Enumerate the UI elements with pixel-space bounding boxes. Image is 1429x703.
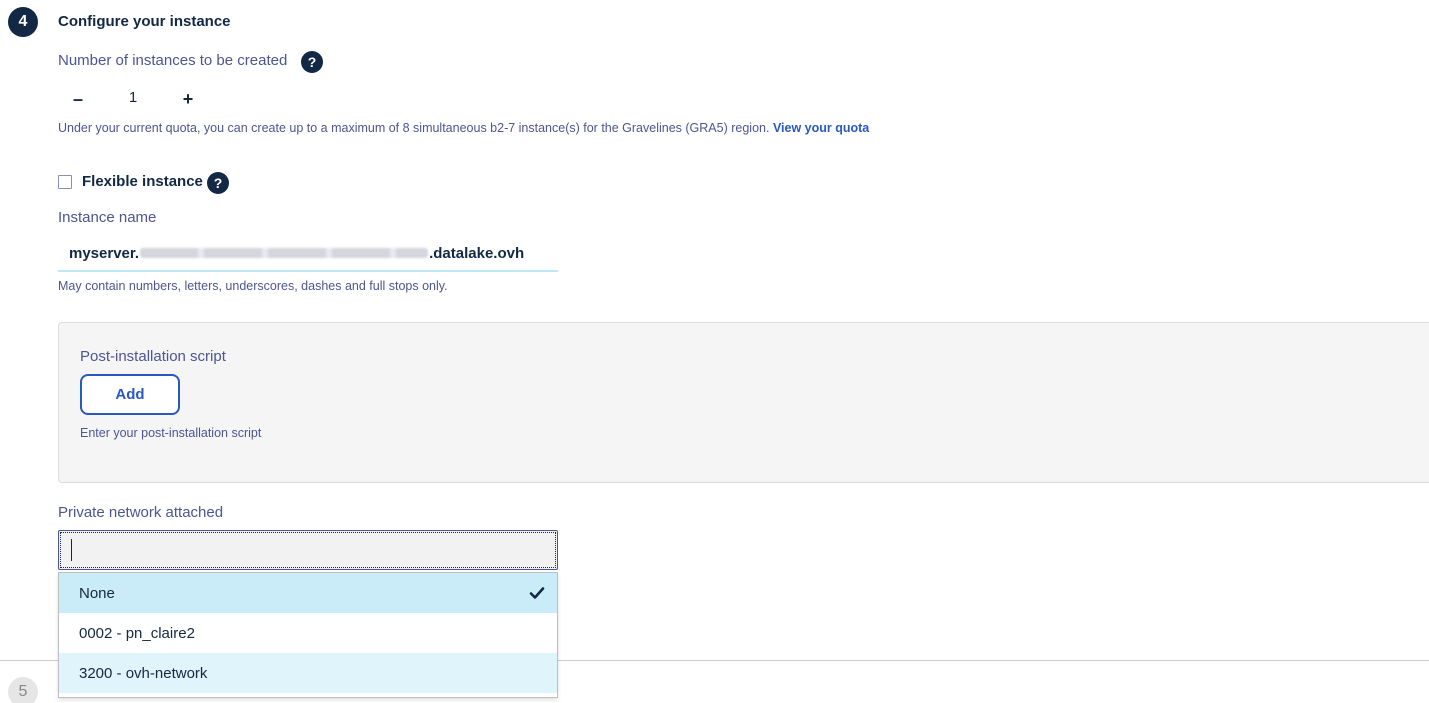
question-circle-icon[interactable]: ? — [301, 51, 323, 73]
post-install-label: Post-installation script — [80, 348, 226, 365]
flexible-instance-checkbox[interactable] — [58, 175, 72, 189]
flexible-instance-label[interactable]: Flexible instance — [82, 173, 203, 190]
network-option-pn-claire2[interactable]: 0002 - pn_claire2 — [59, 613, 557, 653]
instance-name-prefix: myserver. — [69, 244, 140, 262]
increment-button[interactable]: + — [177, 88, 199, 110]
instance-name-hint: May contain numbers, letters, underscore… — [58, 279, 448, 293]
network-option-none[interactable]: None — [59, 573, 557, 613]
private-network-label: Private network attached — [58, 504, 224, 521]
check-icon — [529, 587, 545, 599]
redacted-id — [140, 248, 429, 258]
text-caret — [71, 539, 72, 561]
private-network-dropdown: None 0002 - pn_claire2 3200 - ovh-networ… — [58, 572, 558, 698]
step-4-badge: 4 — [8, 7, 38, 37]
instance-name-input[interactable]: myserver. .datalake.ovh — [58, 236, 558, 272]
network-option-ovh-network[interactable]: 3200 - ovh-network — [59, 653, 557, 693]
private-network-select[interactable] — [58, 530, 558, 570]
option-label: None — [79, 584, 115, 602]
option-label: 0002 - pn_claire2 — [79, 624, 195, 642]
configure-instance-page: 4 Configure your instance Number of inst… — [0, 0, 1429, 703]
quota-info: Under your current quota, you can create… — [58, 121, 869, 135]
instances-count-label: Number of instances to be created — [58, 52, 288, 69]
instance-name-label: Instance name — [58, 209, 157, 226]
step-5-badge: 5 — [8, 677, 38, 703]
question-circle-icon[interactable]: ? — [207, 172, 229, 194]
view-quota-link[interactable]: View your quota — [773, 121, 869, 135]
post-install-hint: Enter your post-installation script — [80, 426, 262, 440]
option-label: 3200 - ovh-network — [79, 664, 208, 682]
step-title: Configure your instance — [58, 13, 231, 30]
instance-name-suffix: .datalake.ovh — [429, 244, 525, 262]
add-script-button[interactable]: Add — [80, 374, 180, 415]
quota-text: Under your current quota, you can create… — [58, 121, 770, 135]
instances-count-value[interactable]: 1 — [120, 89, 146, 106]
post-install-panel — [58, 322, 1429, 483]
decrement-button[interactable]: – — [67, 88, 89, 110]
